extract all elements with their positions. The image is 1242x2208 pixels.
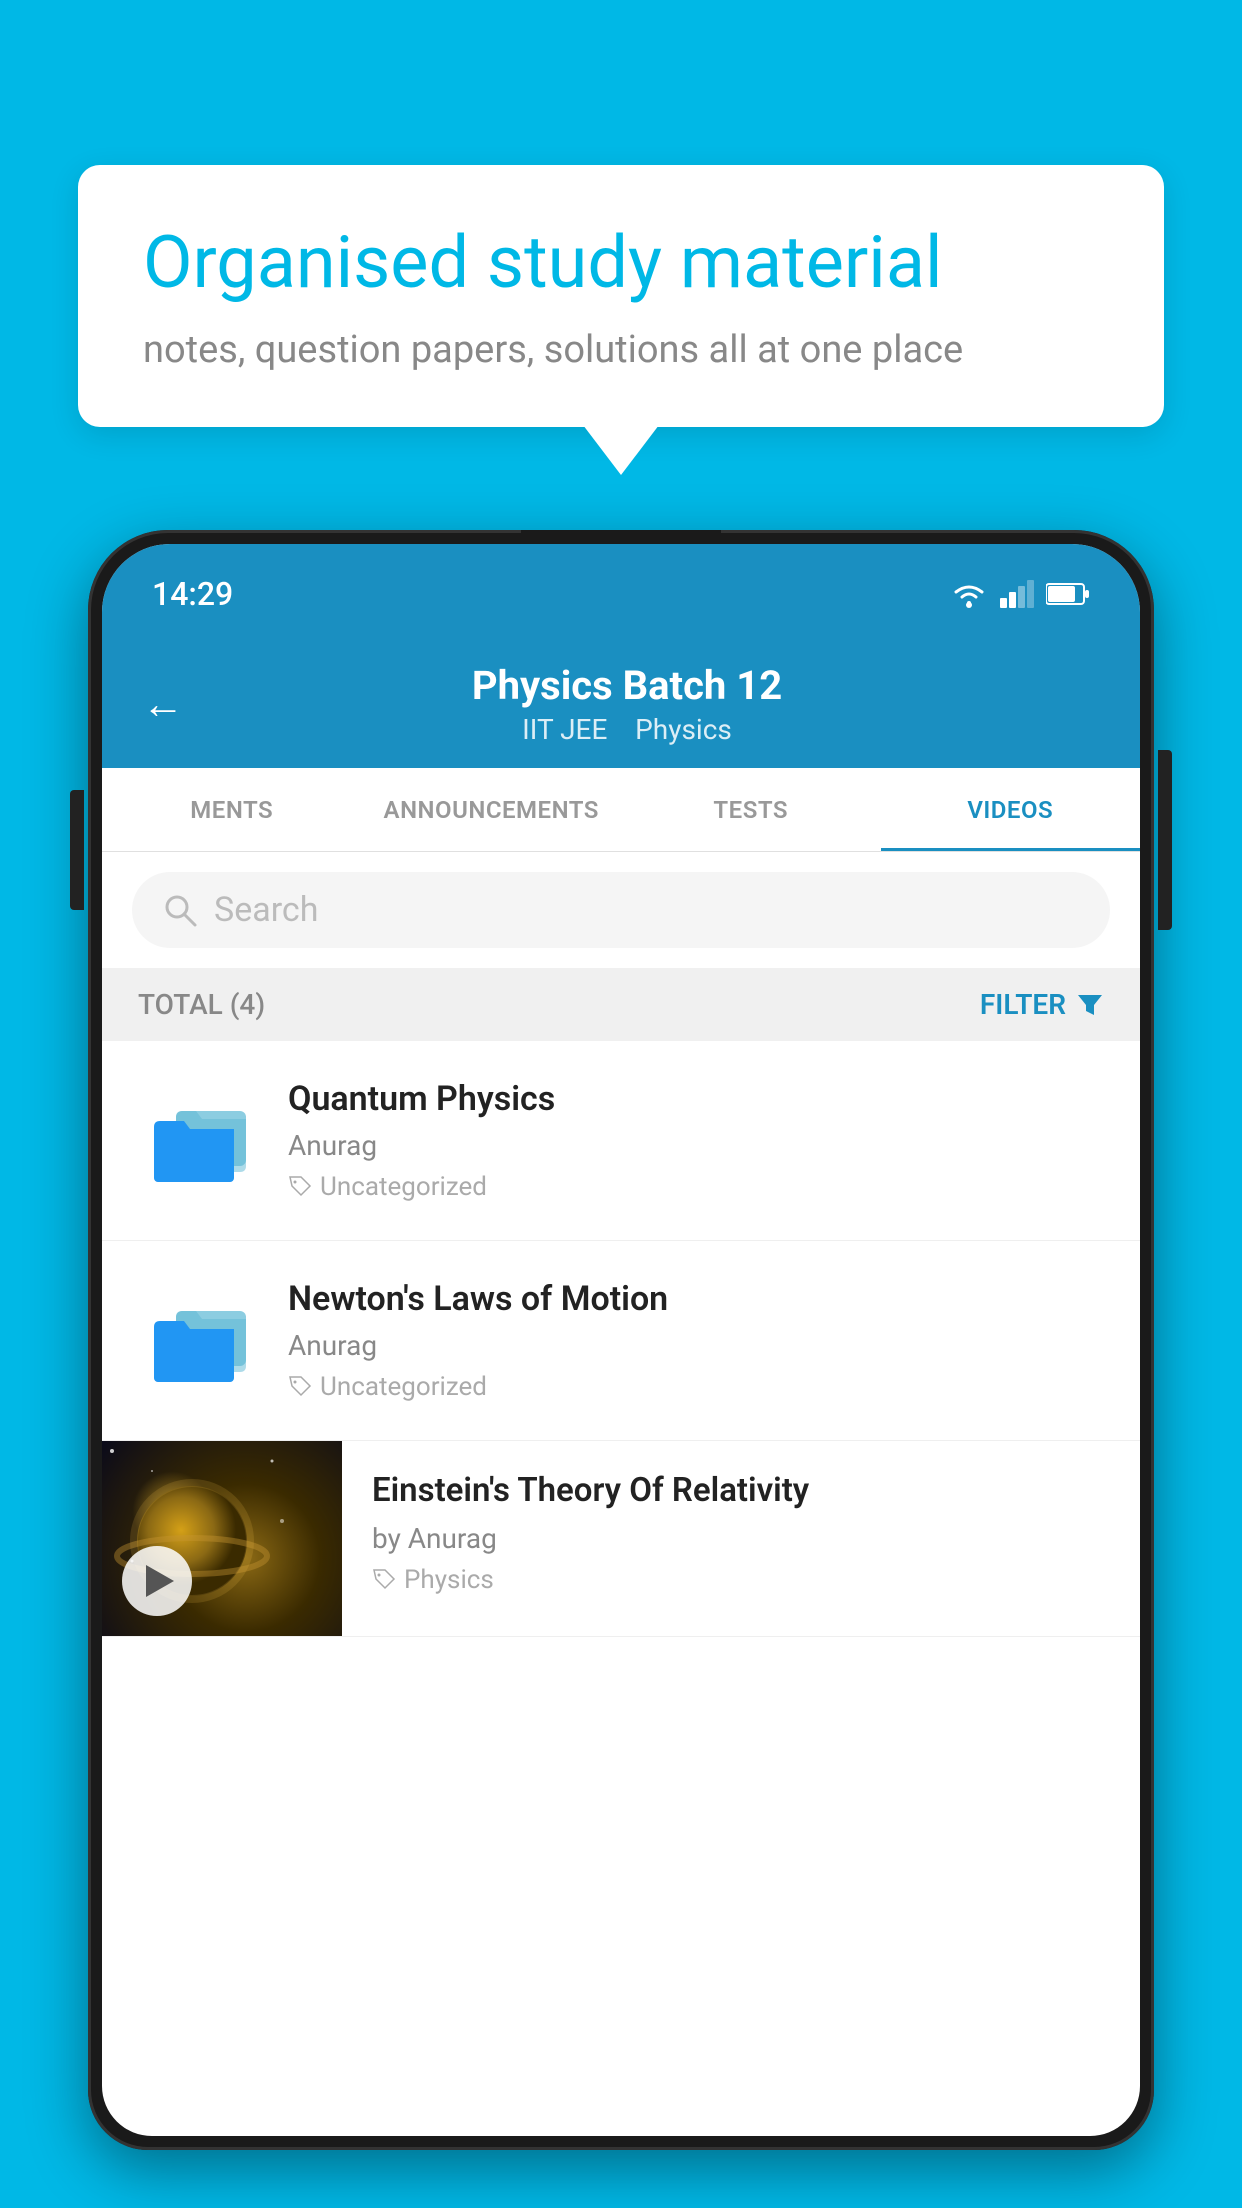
- folder-icon: [146, 1093, 251, 1188]
- video-list: Quantum Physics Anurag Uncategorized: [102, 1041, 1140, 1637]
- video-item-info-1: Quantum Physics Anurag Uncategorized: [288, 1079, 1104, 1202]
- battery-icon: [1046, 582, 1090, 606]
- speech-bubble-subtitle: notes, question papers, solutions all at…: [143, 328, 1099, 372]
- filter-label: FILTER: [980, 988, 1066, 1021]
- tabs-bar: MENTS ANNOUNCEMENTS TESTS VIDEOS: [102, 768, 1140, 852]
- header-subtitle-part1: IIT JEE: [522, 713, 607, 746]
- search-box[interactable]: Search: [132, 872, 1110, 948]
- search-placeholder: Search: [214, 890, 318, 930]
- video-author-2: Anurag: [288, 1329, 1104, 1362]
- filter-button[interactable]: FILTER: [980, 988, 1104, 1021]
- video-title-2: Newton's Laws of Motion: [288, 1279, 1104, 1319]
- speech-bubble-title: Organised study material: [143, 220, 1099, 306]
- video-item-info-3: Einstein's Theory Of Relativity by Anura…: [342, 1441, 1140, 1615]
- status-icons: [950, 569, 1090, 609]
- header-title: Physics Batch 12: [214, 662, 1040, 709]
- folder-thumb-1: [138, 1086, 258, 1196]
- filter-bar: TOTAL (4) FILTER: [102, 968, 1140, 1041]
- tag-text-1: Uncategorized: [320, 1172, 487, 1202]
- header-text: Physics Batch 12 IIT JEE Physics: [214, 662, 1100, 746]
- tag-icon: [372, 1568, 396, 1592]
- header-subtitle-part2: Physics: [635, 713, 732, 746]
- speech-bubble: Organised study material notes, question…: [78, 165, 1164, 427]
- list-item[interactable]: Newton's Laws of Motion Anurag Uncategor…: [102, 1241, 1140, 1441]
- folder-thumb-2: [138, 1286, 258, 1396]
- video-author-3: by Anurag: [372, 1522, 1110, 1555]
- search-container: Search: [102, 852, 1140, 968]
- list-item[interactable]: Einstein's Theory Of Relativity by Anura…: [102, 1441, 1140, 1637]
- tab-tests[interactable]: TESTS: [621, 768, 881, 851]
- play-button[interactable]: [122, 1546, 192, 1616]
- tag-icon: [288, 1175, 312, 1199]
- status-time: 14:29: [152, 565, 233, 613]
- filter-icon: [1076, 991, 1104, 1019]
- signal-icon: [1000, 580, 1034, 608]
- list-item[interactable]: Quantum Physics Anurag Uncategorized: [102, 1041, 1140, 1241]
- video-tag-1: Uncategorized: [288, 1172, 1104, 1202]
- search-icon: [162, 892, 198, 928]
- tab-ments[interactable]: MENTS: [102, 768, 362, 851]
- phone-mockup: 14:29: [88, 530, 1154, 2208]
- folder-icon: [146, 1293, 251, 1388]
- video-tag-3: Physics: [372, 1565, 1110, 1595]
- app-header: ← Physics Batch 12 IIT JEE Physics: [102, 634, 1140, 768]
- tab-announcements[interactable]: ANNOUNCEMENTS: [362, 768, 622, 851]
- phone-screen: 14:29: [102, 544, 1140, 2136]
- total-count: TOTAL (4): [138, 988, 265, 1021]
- wifi-icon: [950, 579, 988, 609]
- tab-videos[interactable]: VIDEOS: [881, 768, 1141, 851]
- tag-icon: [288, 1375, 312, 1399]
- video-author-1: Anurag: [288, 1129, 1104, 1162]
- tag-text-2: Uncategorized: [320, 1372, 487, 1402]
- video-thumbnail-einstein: [102, 1441, 342, 1636]
- video-item-info-2: Newton's Laws of Motion Anurag Uncategor…: [288, 1279, 1104, 1402]
- video-title-1: Quantum Physics: [288, 1079, 1104, 1119]
- tag-text-3: Physics: [404, 1565, 494, 1595]
- back-button[interactable]: ←: [142, 680, 184, 729]
- header-subtitle: IIT JEE Physics: [214, 713, 1040, 746]
- status-bar: 14:29: [102, 544, 1140, 634]
- video-title-3: Einstein's Theory Of Relativity: [372, 1471, 1110, 1510]
- video-tag-2: Uncategorized: [288, 1372, 1104, 1402]
- phone-outer: 14:29: [88, 530, 1154, 2150]
- app-content: ← Physics Batch 12 IIT JEE Physics MENTS…: [102, 634, 1140, 2136]
